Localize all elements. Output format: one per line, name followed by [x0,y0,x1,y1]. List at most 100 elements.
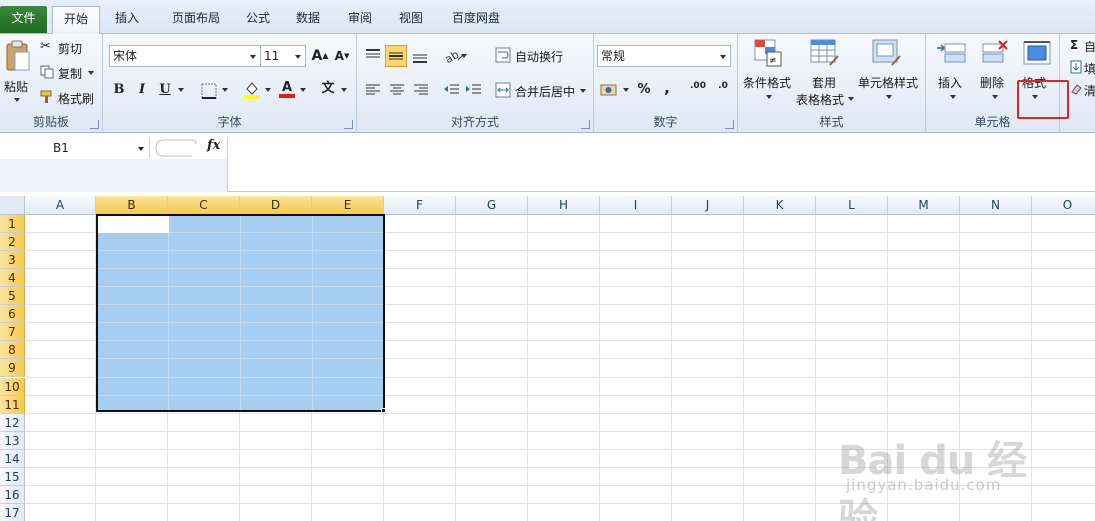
column-header-m[interactable]: M [888,196,960,215]
dialog-launcher-icon[interactable] [344,120,353,129]
column-header-a[interactable]: A [25,196,96,215]
underline-button[interactable]: U [155,80,175,100]
tab-file[interactable]: 文件 [0,6,47,33]
tab-formulas[interactable]: 公式 [238,6,278,33]
row-header-6[interactable]: 6 [0,305,25,324]
column-header-o[interactable]: O [1032,196,1095,215]
formula-divider [227,138,228,192]
phonetic-label: 文 [321,81,335,96]
name-box[interactable]: B1 [0,138,150,158]
formula-bar-divider-handle[interactable] [152,138,198,158]
grow-font-button[interactable]: A▲ [310,46,330,66]
align-middle-button[interactable] [385,45,407,67]
column-header-k[interactable]: K [744,196,816,215]
tab-page-layout[interactable]: 页面布局 [160,6,232,33]
cell-styles-button[interactable]: 单元格样式 [856,36,924,110]
tab-home[interactable]: 开始 [52,6,100,35]
phonetic-button[interactable]: 文 [318,79,338,99]
column-header-n[interactable]: N [960,196,1032,215]
chevron-down-icon [886,95,892,99]
dialog-launcher-icon[interactable] [725,120,734,129]
align-bottom-icon[interactable] [411,47,429,65]
chevron-down-icon[interactable] [341,88,347,92]
formula-input[interactable] [232,138,1092,188]
delete-cells-button[interactable]: 删除 [976,36,1016,110]
column-header-b[interactable]: B [96,196,168,215]
align-right-icon[interactable] [412,82,430,98]
paste-label: 粘贴 [4,80,29,94]
conditional-format-button[interactable]: ≠ 条件格式 [740,36,800,110]
select-all-button[interactable] [0,196,25,215]
dialog-launcher-icon[interactable] [581,120,590,129]
column-header-d[interactable]: D [240,196,312,215]
row-header-8[interactable]: 8 [0,341,25,360]
chevron-down-icon[interactable] [265,88,271,92]
chevron-down-icon[interactable] [178,88,184,92]
row-header-15[interactable]: 15 [0,467,25,486]
font-color-button[interactable]: A [277,78,297,98]
tab-view[interactable]: 视图 [391,6,431,33]
column-header-l[interactable]: L [816,196,888,215]
column-header-i[interactable]: I [600,196,672,215]
row-header-9[interactable]: 9 [0,359,25,378]
increase-indent-icon[interactable] [465,82,483,98]
insert-function-icon[interactable]: fx [207,138,220,153]
align-left-icon[interactable] [364,82,382,98]
column-header-f[interactable]: F [384,196,456,215]
group-clipboard: 粘贴 ✂ 剪切 复制 格式刷 剪贴板 [0,34,103,133]
currency-icon[interactable] [600,82,620,98]
row-header-11[interactable]: 11 [0,395,25,414]
active-cell[interactable] [98,216,169,233]
dialog-launcher-icon[interactable] [90,120,99,129]
column-header-c[interactable]: C [168,196,240,215]
column-header-e[interactable]: E [312,196,384,215]
chevron-down-icon[interactable] [461,54,467,58]
chevron-down-icon[interactable] [623,88,629,92]
column-header-j[interactable]: J [672,196,744,215]
grid-vline [527,215,528,521]
column-header-h[interactable]: H [528,196,600,215]
tab-review[interactable]: 审阅 [340,6,380,33]
group-title-font: 字体 [217,115,242,129]
font-size-select[interactable]: 11 [260,45,306,67]
row-header-13[interactable]: 13 [0,431,25,450]
increase-decimal-button[interactable]: .00 [686,81,710,101]
row-header-4[interactable]: 4 [0,269,25,288]
row-header-1[interactable]: 1 [0,215,25,233]
tab-baidu-netdisk[interactable]: 百度网盘 [446,6,506,33]
paste-button[interactable]: 粘贴 [2,38,32,102]
border-icon[interactable] [201,83,217,99]
number-format-select[interactable]: 常规 [597,45,731,67]
row-header-2[interactable]: 2 [0,233,25,252]
row-header-17[interactable]: 17 [0,503,25,521]
row-header-10[interactable]: 10 [0,377,25,396]
row-header-12[interactable]: 12 [0,413,25,432]
comma-button[interactable]: , [657,78,677,98]
fill-color-icon[interactable] [243,80,261,100]
insert-cells-button[interactable]: 插入 [932,36,972,110]
font-name-select[interactable]: 宋体 [109,45,261,67]
chevron-down-icon[interactable] [300,88,306,92]
chevron-down-icon[interactable] [222,88,228,92]
italic-button[interactable]: I [132,80,152,100]
align-top-icon[interactable] [364,47,382,63]
tab-data[interactable]: 数据 [288,6,328,33]
cut-label: 剪切 [58,42,83,56]
font-color-swatch [279,94,295,98]
row-header-7[interactable]: 7 [0,323,25,342]
decrease-indent-icon[interactable] [443,82,461,98]
row-header-3[interactable]: 3 [0,251,25,270]
row-header-5[interactable]: 5 [0,287,25,306]
row-header-16[interactable]: 16 [0,485,25,504]
fill-handle[interactable] [381,408,386,413]
percent-button[interactable]: % [634,80,654,100]
align-center-icon[interactable] [388,82,406,98]
copy-icon [40,65,54,79]
decrease-decimal-button[interactable]: .0 [712,81,734,101]
shrink-font-button[interactable]: A▼ [332,46,352,66]
row-header-14[interactable]: 14 [0,449,25,468]
tab-insert[interactable]: 插入 [107,6,147,33]
bold-button[interactable]: B [109,80,129,100]
column-header-g[interactable]: G [456,196,528,215]
format-as-table-button[interactable]: 套用 表格格式 [794,36,858,110]
